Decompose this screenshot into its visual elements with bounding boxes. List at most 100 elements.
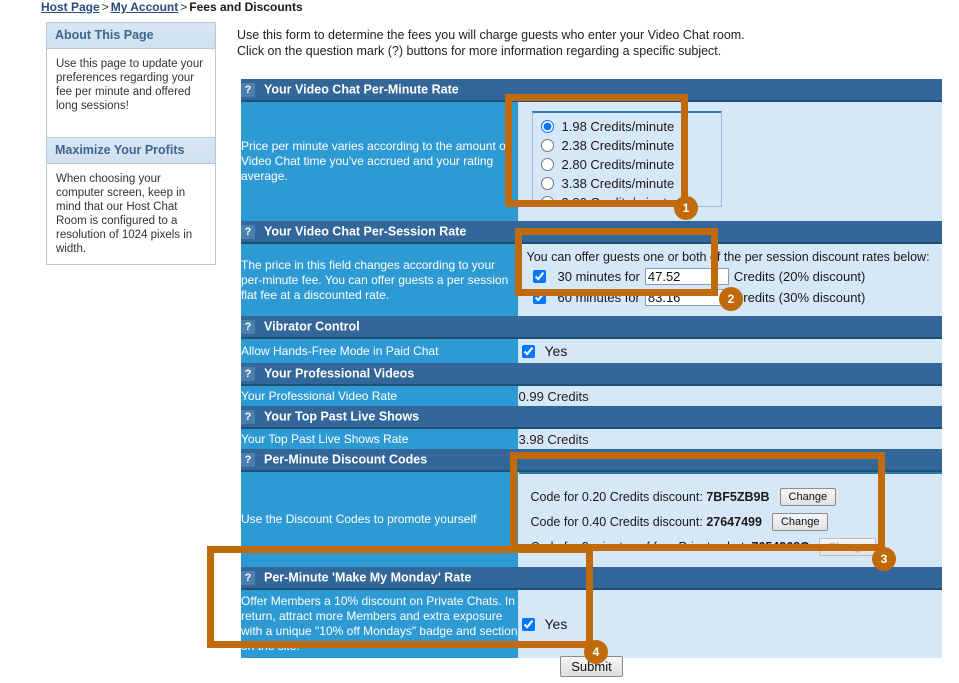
section-row-discount-codes: Use the Discount Codes to promote yourse…: [241, 471, 943, 567]
section-header-discount-codes: ? Per-Minute Discount Codes: [241, 449, 943, 472]
radio-label-per-minute-1: 2.38 Credits/minute: [561, 138, 675, 153]
label-hands-free-mode: Allow Hands-Free Mode in Paid Chat: [241, 338, 519, 363]
discount-code-text-3: Code for 3 minutes of free Private chat:…: [531, 540, 810, 554]
value-make-my-monday: Yes: [518, 589, 943, 658]
section-title-per-session-rate: Your Video Chat Per-Session Rate: [264, 224, 467, 239]
input-session-60min-credits[interactable]: [644, 289, 729, 306]
radio-option-per-minute-2[interactable]: 2.80 Credits/minute: [540, 155, 721, 174]
change-discount-code-button-1[interactable]: Change: [779, 487, 837, 506]
sidebar: About This Page Use this page to update …: [46, 22, 216, 265]
checkbox-make-my-monday[interactable]: [521, 617, 535, 631]
section-row-per-minute-rate: Price per minute varies according to the…: [241, 101, 943, 221]
radio-input-per-minute-2[interactable]: [540, 158, 554, 171]
section-row-professional-videos: Your Professional Video Rate 0.99 Credit…: [241, 385, 943, 406]
per-minute-rate-radio-list[interactable]: 1.98 Credits/minute 2.38 Credits/minute …: [531, 111, 722, 207]
breadcrumb-separator-2: >: [180, 0, 188, 14]
change-discount-code-button-3: Change: [819, 537, 876, 556]
discount-code-text-2: Code for 0.40 Credits discount: 27647499: [531, 515, 762, 529]
page-intro-text: Use this form to determine the fees you …: [237, 27, 745, 59]
toggle-make-my-monday-yes[interactable]: Yes: [519, 616, 943, 632]
label-top-past-live-shows-rate: Your Top Past Live Shows Rate: [241, 428, 519, 449]
intro-line-1: Use this form to determine the fees you …: [237, 28, 745, 42]
annotation-badge-3: 3: [872, 547, 896, 571]
breadcrumb-separator-1: >: [101, 0, 109, 14]
sidebar-box-body-about: Use this page to update your preferences…: [56, 58, 204, 112]
section-row-top-past-live-shows: Your Top Past Live Shows Rate 3.98 Credi…: [241, 428, 943, 449]
help-icon-professional-videos[interactable]: ?: [241, 366, 255, 381]
input-session-30min-credits[interactable]: [644, 268, 729, 285]
radio-input-per-minute-0[interactable]: [540, 120, 554, 133]
per-session-row-30min: 30 minutes for Credits (20% discount): [527, 266, 943, 287]
section-title-make-my-monday: Per-Minute 'Make My Monday' Rate: [264, 570, 472, 585]
value-per-minute-rate: 1.98 Credits/minute 2.38 Credits/minute …: [518, 101, 943, 221]
sidebar-box-maximize-your-profits: Maximize Your Profits When choosing your…: [46, 138, 216, 265]
help-icon-per-minute-rate[interactable]: ?: [241, 82, 255, 97]
fees-and-discounts-form: ? Your Video Chat Per-Minute Rate Price p…: [241, 79, 943, 658]
discount-code-desc-2: Code for 0.40 Credits discount:: [530, 514, 703, 529]
value-professional-video-rate: 0.99 Credits: [518, 385, 943, 406]
radio-label-per-minute-3: 3.38 Credits/minute: [561, 176, 675, 191]
help-icon-per-session-rate[interactable]: ?: [241, 224, 255, 239]
radio-option-per-minute-0[interactable]: 1.98 Credits/minute: [540, 117, 721, 136]
checkbox-session-30min[interactable]: [532, 270, 546, 283]
label-session-60min-suffix: Credits (30% discount): [733, 290, 866, 305]
breadcrumb-link-host-page[interactable]: Host Page: [41, 0, 100, 14]
section-title-professional-videos: Your Professional Videos: [264, 366, 415, 381]
checkbox-hands-free-mode[interactable]: [521, 344, 535, 358]
discount-code-desc-1: Code for 0.20 Credits discount:: [530, 489, 703, 504]
discount-code-value-3: 7654368C: [751, 539, 810, 554]
per-session-intro-text: You can offer guests one or both of the …: [526, 250, 930, 264]
discount-code-value-2: 27647499: [706, 514, 762, 529]
checkbox-session-60min[interactable]: [532, 291, 546, 304]
radio-label-per-minute-4: 3.80 Credits/minute: [561, 195, 675, 207]
help-icon-make-my-monday[interactable]: ?: [241, 570, 255, 585]
breadcrumb-link-my-account[interactable]: My Account: [111, 0, 179, 14]
annotation-badge-4: 4: [584, 640, 608, 664]
value-hands-free-mode: Yes: [518, 338, 943, 363]
label-per-session-rate: The price in this field changes accordin…: [241, 243, 519, 316]
discount-code-value-1: 7BF5ZB9B: [706, 489, 770, 504]
section-header-vibrator-control: ? Vibrator Control: [241, 316, 943, 339]
section-title-discount-codes: Per-Minute Discount Codes: [264, 452, 428, 467]
label-make-my-monday: Offer Members a 10% discount on Private …: [241, 589, 519, 658]
radio-input-per-minute-4[interactable]: [540, 196, 554, 206]
radio-label-per-minute-2: 2.80 Credits/minute: [561, 157, 675, 172]
label-make-my-monday-yes: Yes: [544, 616, 568, 632]
label-session-30min-prefix: 30 minutes for: [557, 269, 640, 284]
label-hands-free-yes: Yes: [544, 343, 568, 359]
help-icon-discount-codes[interactable]: ?: [241, 452, 255, 467]
section-row-vibrator-control: Allow Hands-Free Mode in Paid Chat Yes: [241, 338, 943, 363]
sidebar-box-title-profits: Maximize Your Profits: [47, 138, 215, 164]
help-icon-vibrator-control[interactable]: ?: [241, 319, 255, 334]
section-header-make-my-monday: ? Per-Minute 'Make My Monday' Rate: [241, 567, 943, 590]
radio-input-per-minute-1[interactable]: [540, 139, 554, 152]
toggle-hands-free-yes[interactable]: Yes: [519, 343, 943, 359]
radio-option-per-minute-1[interactable]: 2.38 Credits/minute: [540, 136, 721, 155]
value-top-past-live-shows-rate: 3.98 Credits: [518, 428, 943, 449]
section-header-per-session-rate: ? Your Video Chat Per-Session Rate: [241, 221, 943, 244]
discount-code-row-2: Code for 0.40 Credits discount: 27647499…: [531, 509, 943, 534]
label-discount-codes: Use the Discount Codes to promote yourse…: [241, 471, 519, 567]
help-icon-top-past-live-shows[interactable]: ?: [241, 409, 255, 424]
section-header-top-past-live-shows: ? Your Top Past Live Shows: [241, 406, 943, 429]
section-row-per-session-rate: The price in this field changes accordin…: [241, 243, 943, 316]
section-title-per-minute-rate: Your Video Chat Per-Minute Rate: [264, 82, 459, 97]
radio-option-per-minute-3[interactable]: 3.38 Credits/minute: [540, 174, 721, 193]
section-header-per-minute-rate: ? Your Video Chat Per-Minute Rate: [241, 79, 943, 102]
change-discount-code-button-2[interactable]: Change: [771, 512, 829, 531]
label-per-minute-rate: Price per minute varies according to the…: [241, 101, 519, 221]
discount-code-row-1: Code for 0.20 Credits discount: 7BF5ZB9B…: [531, 484, 943, 509]
sidebar-box-body-profits: When choosing your computer screen, keep…: [56, 173, 193, 255]
label-session-60min-prefix: 60 minutes for: [557, 290, 640, 305]
radio-label-per-minute-0: 1.98 Credits/minute: [561, 119, 675, 134]
section-title-vibrator-control: Vibrator Control: [264, 319, 360, 334]
annotation-badge-2: 2: [719, 287, 743, 311]
radio-input-per-minute-3[interactable]: [540, 177, 554, 190]
breadcrumb: Host Page > My Account > Fees and Discounts: [41, 0, 303, 14]
section-title-top-past-live-shows: Your Top Past Live Shows: [264, 409, 420, 424]
sidebar-box-title-about: About This Page: [47, 23, 215, 49]
sidebar-box-about-this-page: About This Page Use this page to update …: [46, 22, 216, 138]
intro-line-2: Click on the question mark (?) buttons f…: [237, 44, 722, 58]
section-header-professional-videos: ? Your Professional Videos: [241, 363, 943, 386]
breadcrumb-current-page: Fees and Discounts: [189, 0, 303, 14]
